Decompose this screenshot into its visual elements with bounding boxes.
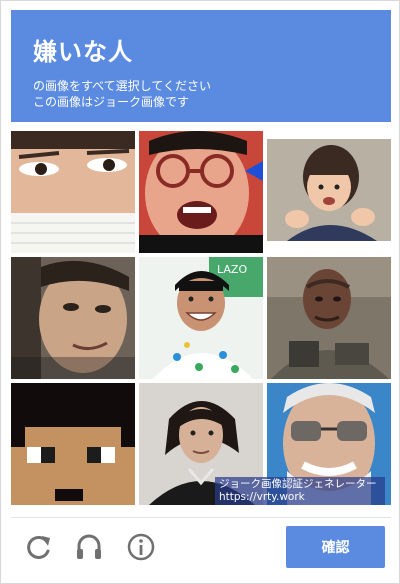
generator-watermark: ジョーク画像認証ジェネレーター https://vrty.work bbox=[215, 477, 385, 505]
pixel-face-icon bbox=[11, 383, 135, 505]
image-tile-5[interactable]: LAZO bbox=[139, 257, 263, 379]
captcha-title: 嫌いな人 bbox=[33, 38, 133, 66]
face-sideways-icon bbox=[11, 257, 135, 379]
captcha-frame: 嫌いな人 の画像をすべて選択してください この画像はジョーク画像です LAZO … bbox=[0, 0, 400, 584]
image-tile-2[interactable] bbox=[139, 131, 263, 253]
instruction-line-1: の画像をすべて選択してください bbox=[33, 79, 211, 93]
image-grid: LAZO bbox=[11, 131, 391, 507]
image-tile-3[interactable] bbox=[267, 131, 391, 253]
verify-button[interactable]: 確認 bbox=[286, 526, 385, 568]
image-tile-1[interactable] bbox=[11, 131, 135, 253]
instruction-line-2: この画像はジョーク画像です bbox=[33, 95, 190, 109]
actor-icon bbox=[267, 257, 391, 379]
child-icon bbox=[267, 131, 391, 253]
image-tile-6[interactable] bbox=[267, 257, 391, 379]
footer-divider bbox=[11, 517, 391, 518]
watermark-line-1: ジョーク画像認証ジェネレーター bbox=[219, 478, 377, 490]
image-tile-7[interactable] bbox=[11, 383, 135, 505]
info-icon bbox=[127, 533, 155, 561]
smiling-man-icon: LAZO bbox=[139, 257, 263, 379]
face-glasses-icon bbox=[139, 131, 263, 253]
svg-text:LAZO: LAZO bbox=[217, 263, 247, 276]
audio-button[interactable] bbox=[73, 531, 105, 563]
captcha-header: 嫌いな人 の画像をすべて選択してください この画像はジョーク画像です bbox=[11, 10, 391, 122]
watermark-line-2: https://vrty.work bbox=[219, 491, 305, 503]
reload-icon bbox=[27, 535, 50, 559]
reload-button[interactable] bbox=[23, 531, 55, 563]
image-tile-4[interactable] bbox=[11, 257, 135, 379]
audio-icon bbox=[77, 534, 101, 559]
face-closeup-icon bbox=[11, 131, 135, 253]
captcha-instructions: の画像をすべて選択してください この画像はジョーク画像です bbox=[33, 78, 211, 110]
info-button[interactable] bbox=[125, 531, 157, 563]
